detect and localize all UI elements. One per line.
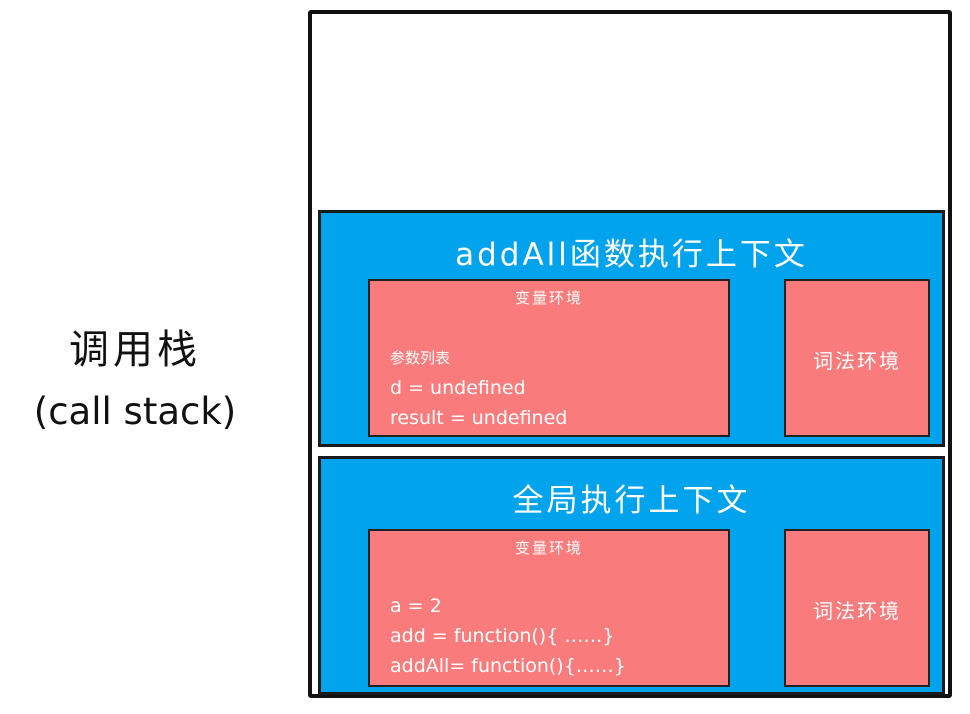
global-variable-environment: 变量环境 a = 2 add = function(){ ……} addAll=…: [368, 529, 730, 687]
global-context-title: 全局执行上下文: [512, 483, 751, 519]
lexical-environment-title: 词法环境: [813, 599, 901, 623]
parameter-list-label: 参数列表: [390, 349, 451, 367]
variable-line: addAll= function(){……}: [390, 655, 626, 677]
variable-environment-title: 变量环境: [514, 539, 583, 557]
call-stack-label-zh: 调用栈: [69, 327, 201, 373]
variable-line: result = undefined: [390, 407, 568, 429]
variable-line: add = function(){ ……}: [390, 625, 615, 647]
addall-execution-context: addAll函数执行上下文 变量环境 参数列表 d = undefined re…: [318, 210, 945, 447]
lexical-environment-title: 词法环境: [813, 349, 901, 373]
global-lexical-environment: 词法环境: [784, 529, 930, 687]
global-execution-context: 全局执行上下文 变量环境 a = 2 add = function(){ ……}…: [318, 456, 945, 695]
variable-line: a = 2: [390, 595, 442, 617]
addall-context-title: addAll函数执行上下文: [455, 237, 808, 273]
variable-environment-lines: 参数列表 d = undefined result = undefined: [390, 343, 567, 433]
addall-lexical-environment: 词法环境: [784, 279, 930, 437]
call-stack-label: 调用栈 (call stack): [0, 325, 270, 437]
variable-environment-title: 变量环境: [514, 289, 583, 307]
addall-variable-environment: 变量环境 参数列表 d = undefined result = undefin…: [368, 279, 730, 437]
call-stack-label-en: (call stack): [33, 390, 237, 433]
variable-line: d = undefined: [390, 377, 526, 399]
variable-environment-lines: a = 2 add = function(){ ……} addAll= func…: [390, 591, 626, 681]
